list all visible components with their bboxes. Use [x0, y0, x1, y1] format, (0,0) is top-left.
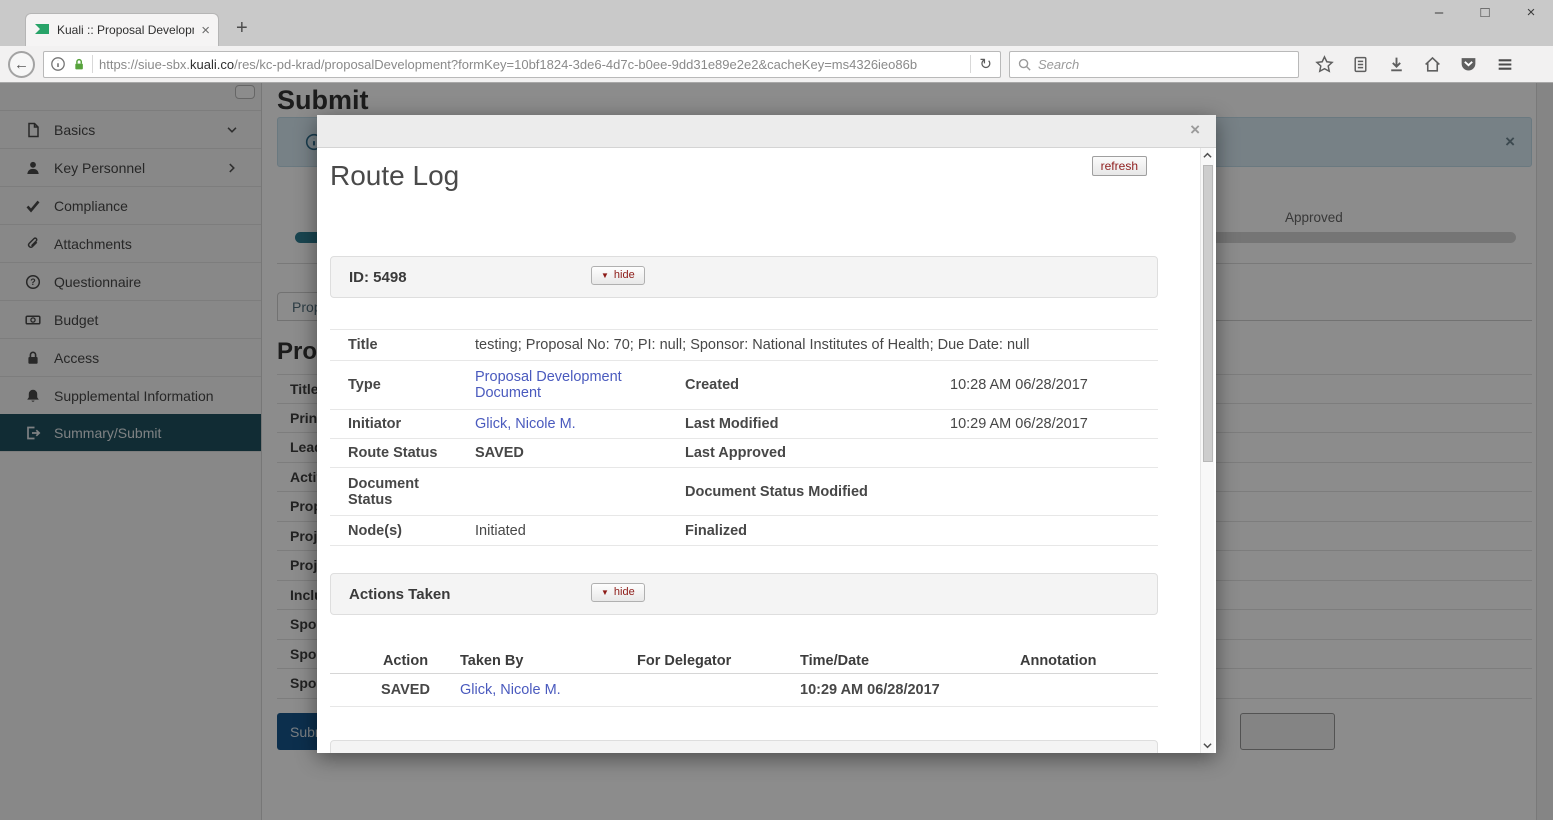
new-tab-button[interactable]: +: [236, 18, 248, 38]
actions-taken-table: Action Taken By For Delegator Time/Date …: [330, 648, 1158, 707]
table-row: Title testing; Proposal No: 70; PI: null…: [330, 330, 1158, 361]
table-row: SAVED Glick, Nicole M. 10:29 AM 06/28/20…: [330, 674, 1158, 707]
search-input[interactable]: [1038, 57, 1291, 72]
table-row: Document Status Document Status Modified: [330, 468, 1158, 516]
initiator-link[interactable]: Glick, Nicole M.: [475, 416, 576, 432]
triangle-down-icon: ▼: [601, 272, 609, 280]
window-close-button[interactable]: ×: [1521, 4, 1541, 21]
route-log-details-table: Title testing; Proposal No: 70; PI: null…: [330, 329, 1158, 546]
bookmark-star-icon[interactable]: [1315, 55, 1334, 74]
menu-hamburger-icon[interactable]: [1495, 55, 1515, 74]
taken-by-link[interactable]: Glick, Nicole M.: [460, 682, 561, 698]
modal-scrollbar[interactable]: [1200, 148, 1214, 753]
actions-taken-heading: Actions Taken: [331, 586, 450, 603]
window-minimize-button[interactable]: –: [1429, 4, 1449, 21]
route-status-value: SAVED: [475, 441, 685, 465]
route-log-modal: × refresh Route Log ID: 5498 ▼ hide Titl…: [317, 115, 1216, 753]
route-log-title: Route Log: [330, 160, 459, 192]
document-id-panel: ID: 5498 ▼ hide: [330, 256, 1158, 298]
modal-header: ×: [317, 115, 1216, 148]
scrollbar-thumb[interactable]: [1203, 165, 1213, 462]
id-hide-button[interactable]: ▼ hide: [591, 266, 645, 285]
app-page: Basics Key Personnel Compliance Attachme…: [0, 83, 1553, 820]
scroll-up-icon[interactable]: [1203, 152, 1212, 159]
table-row: Initiator Glick, Nicole M. Last Modified…: [330, 410, 1158, 439]
actions-taken-panel: Actions Taken ▼ hide: [330, 573, 1158, 615]
table-row: Node(s) Initiated Finalized: [330, 516, 1158, 546]
last-approved-value: [950, 449, 1158, 457]
tab-close-icon[interactable]: ×: [201, 23, 210, 38]
info-icon[interactable]: [50, 56, 66, 72]
document-type-link[interactable]: Proposal Development Document: [475, 369, 640, 401]
bookmarks-list-icon[interactable]: [1351, 55, 1370, 74]
tab-title: Kuali :: Proposal Developme: [57, 23, 194, 37]
refresh-button[interactable]: refresh: [1092, 156, 1147, 176]
search-box[interactable]: [1009, 51, 1299, 78]
browser-titlebar: Kuali :: Proposal Developme × + – □ ×: [0, 0, 1553, 46]
downloads-icon[interactable]: [1387, 55, 1406, 74]
title-value: testing; Proposal No: 70; PI: null; Spon…: [475, 333, 1158, 357]
time-date-value: 10:29 AM 06/28/2017: [800, 682, 1020, 698]
url-bar[interactable]: https://siue-sbx.kuali.co/res/kc-pd-krad…: [43, 51, 1001, 78]
actions-hide-button[interactable]: ▼ hide: [591, 583, 645, 602]
scroll-down-icon[interactable]: [1203, 742, 1212, 749]
action-value: SAVED: [365, 682, 460, 698]
https-lock-icon[interactable]: [72, 57, 86, 72]
triangle-down-icon: ▼: [601, 589, 609, 597]
back-button[interactable]: ←: [8, 51, 35, 78]
modal-body: refresh Route Log ID: 5498 ▼ hide Title …: [317, 148, 1216, 753]
table-row: Route Status SAVED Last Approved: [330, 439, 1158, 468]
home-icon[interactable]: [1423, 55, 1442, 74]
window-maximize-button[interactable]: □: [1475, 4, 1495, 21]
url-text[interactable]: https://siue-sbx.kuali.co/res/kc-pd-krad…: [99, 57, 964, 72]
document-status-value: [475, 488, 685, 496]
created-value: 10:28 AM 06/28/2017: [950, 373, 1158, 397]
next-section-panel: [330, 740, 1158, 753]
document-id-label: ID: 5498: [331, 269, 407, 286]
browser-tab[interactable]: Kuali :: Proposal Developme ×: [25, 13, 219, 46]
search-icon: [1017, 57, 1032, 72]
browser-toolbar: ← https://siue-sbx.kuali.co/res/kc-pd-kr…: [0, 46, 1553, 83]
document-status-modified-value: [950, 488, 1158, 496]
pocket-icon[interactable]: [1459, 55, 1478, 74]
modal-close-icon[interactable]: ×: [1190, 121, 1200, 138]
nodes-value: Initiated: [475, 519, 685, 543]
actions-table-header: Action Taken By For Delegator Time/Date …: [330, 648, 1158, 674]
table-row: Type Proposal Development Document Creat…: [330, 361, 1158, 410]
kuali-favicon-icon: [34, 22, 50, 38]
last-modified-value: 10:29 AM 06/28/2017: [950, 412, 1158, 436]
reload-icon[interactable]: ↻: [977, 55, 994, 73]
finalized-value: [950, 527, 1158, 535]
